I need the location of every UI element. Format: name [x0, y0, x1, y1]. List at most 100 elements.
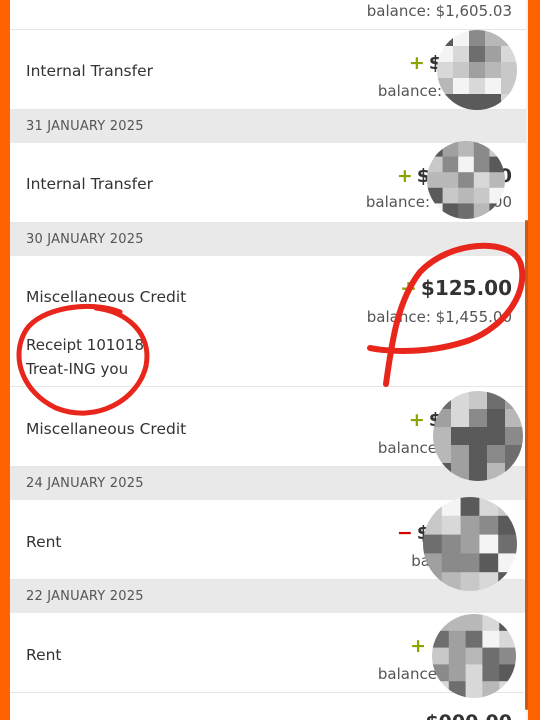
mosaic-tile	[473, 187, 490, 204]
mosaic-tile	[433, 427, 452, 446]
mosaic-tile	[469, 46, 486, 63]
mosaic-tile	[465, 681, 483, 698]
mosaic-grid	[427, 141, 505, 219]
transaction-description: Miscellaneous Credit	[26, 288, 187, 306]
mosaic-tile	[442, 172, 459, 189]
debit-sign: −	[396, 522, 413, 544]
mosaic-tile	[487, 409, 506, 428]
mosaic-tile	[487, 427, 506, 446]
mosaic-tile	[498, 534, 517, 554]
redaction-mosaic	[427, 141, 505, 219]
transaction-amount: $000.00	[425, 711, 512, 720]
date-header: 30 JANUARY 2025	[10, 223, 526, 256]
mosaic-tile	[427, 172, 444, 189]
credit-sign: +	[396, 165, 413, 187]
mosaic-tile	[499, 647, 516, 665]
mosaic-tile	[469, 62, 486, 79]
mosaic-tile	[460, 534, 480, 554]
mosaic-tile	[489, 172, 505, 189]
transaction-description: Rent	[26, 646, 62, 664]
transaction-row[interactable]: $000.00	[10, 693, 526, 720]
mosaic-tile	[469, 463, 488, 481]
mosaic-tile	[479, 553, 499, 573]
mosaic-tile	[451, 427, 470, 446]
redaction-mosaic	[423, 497, 517, 591]
date-label: 24 JANUARY 2025	[26, 476, 144, 491]
mosaic-tile	[485, 46, 502, 63]
mosaic-tile	[458, 156, 475, 173]
mosaic-tile	[501, 62, 517, 79]
mosaic-grid	[423, 497, 517, 591]
transaction-description: Miscellaneous Credit	[26, 420, 187, 438]
mosaic-tile	[458, 203, 475, 219]
mosaic-tile	[458, 141, 475, 158]
mosaic-tile	[479, 534, 499, 554]
mosaic-tile	[453, 62, 470, 79]
transaction-list[interactable]: balance: $1,605.03 Internal Transfer + $ …	[10, 0, 526, 720]
balance-text: balance:	[377, 665, 442, 683]
balance-text: balance: $1,605.03	[366, 2, 512, 20]
left-brand-edge	[0, 0, 10, 720]
mosaic-tile	[469, 94, 486, 110]
redaction-mosaic	[433, 391, 523, 481]
mosaic-tile	[460, 553, 480, 573]
mosaic-tile	[442, 187, 459, 204]
mosaic-tile	[423, 534, 443, 554]
mosaic-tile	[482, 630, 500, 649]
mosaic-tile	[460, 572, 480, 591]
mosaic-grid	[437, 30, 517, 110]
mosaic-tile	[453, 78, 470, 95]
transaction-row[interactable]: balance: $1,605.03	[10, 0, 526, 30]
mosaic-tile	[460, 497, 480, 517]
mosaic-tile	[482, 647, 500, 665]
mosaic-tile	[479, 515, 499, 536]
transaction-amount: + $125.00	[400, 276, 512, 300]
mosaic-tile	[432, 647, 450, 665]
transaction-description: Internal Transfer	[26, 62, 153, 80]
date-header: 31 JANUARY 2025	[10, 110, 526, 143]
mosaic-tile	[451, 409, 470, 428]
date-header: 24 JANUARY 2025	[10, 467, 526, 500]
balance-text: balance:	[377, 82, 442, 100]
transaction-amount: +	[410, 635, 430, 657]
mosaic-tile	[485, 62, 502, 79]
balance-text: balance: $1,455.00	[366, 308, 512, 326]
mosaic-grid	[432, 614, 516, 698]
credit-sign: +	[408, 52, 425, 74]
mosaic-tile	[465, 630, 483, 649]
mosaic-tile	[469, 30, 486, 47]
mosaic-tile	[460, 515, 480, 536]
mosaic-tile	[441, 515, 462, 536]
mosaic-tile	[437, 62, 454, 79]
mosaic-tile	[469, 409, 488, 428]
mosaic-tile	[469, 445, 488, 464]
mosaic-tile	[487, 445, 506, 464]
mosaic-tile	[458, 172, 475, 189]
transaction-description: Rent	[26, 533, 62, 551]
mosaic-tile	[442, 156, 459, 173]
transaction-note-line: Receipt 101018	[26, 336, 145, 354]
transaction-note-line: Treat-ING you	[26, 360, 129, 378]
mosaic-tile	[465, 614, 483, 632]
amount-value: $125.00	[420, 276, 512, 300]
date-label: 31 JANUARY 2025	[26, 119, 144, 134]
mosaic-tile	[473, 172, 490, 189]
date-label: 30 JANUARY 2025	[26, 232, 144, 247]
mosaic-tile	[505, 427, 523, 446]
mosaic-tile	[448, 664, 467, 682]
mosaic-tile	[441, 553, 462, 573]
scrollbar-thumb[interactable]	[525, 220, 528, 710]
redaction-mosaic	[437, 30, 517, 110]
mosaic-tile	[482, 664, 500, 682]
redaction-mosaic	[432, 614, 516, 698]
right-brand-edge	[528, 0, 540, 720]
mosaic-tile	[485, 78, 502, 95]
balance-text: balance:	[365, 193, 430, 211]
mosaic-tile	[453, 46, 470, 63]
mosaic-tile	[458, 187, 475, 204]
date-label: 22 JANUARY 2025	[26, 589, 144, 604]
credit-sign: +	[410, 635, 426, 657]
mosaic-tile	[469, 427, 488, 446]
transaction-row[interactable]: Miscellaneous Credit + $125.00 balance: $…	[10, 256, 526, 387]
mosaic-tile	[465, 664, 483, 682]
